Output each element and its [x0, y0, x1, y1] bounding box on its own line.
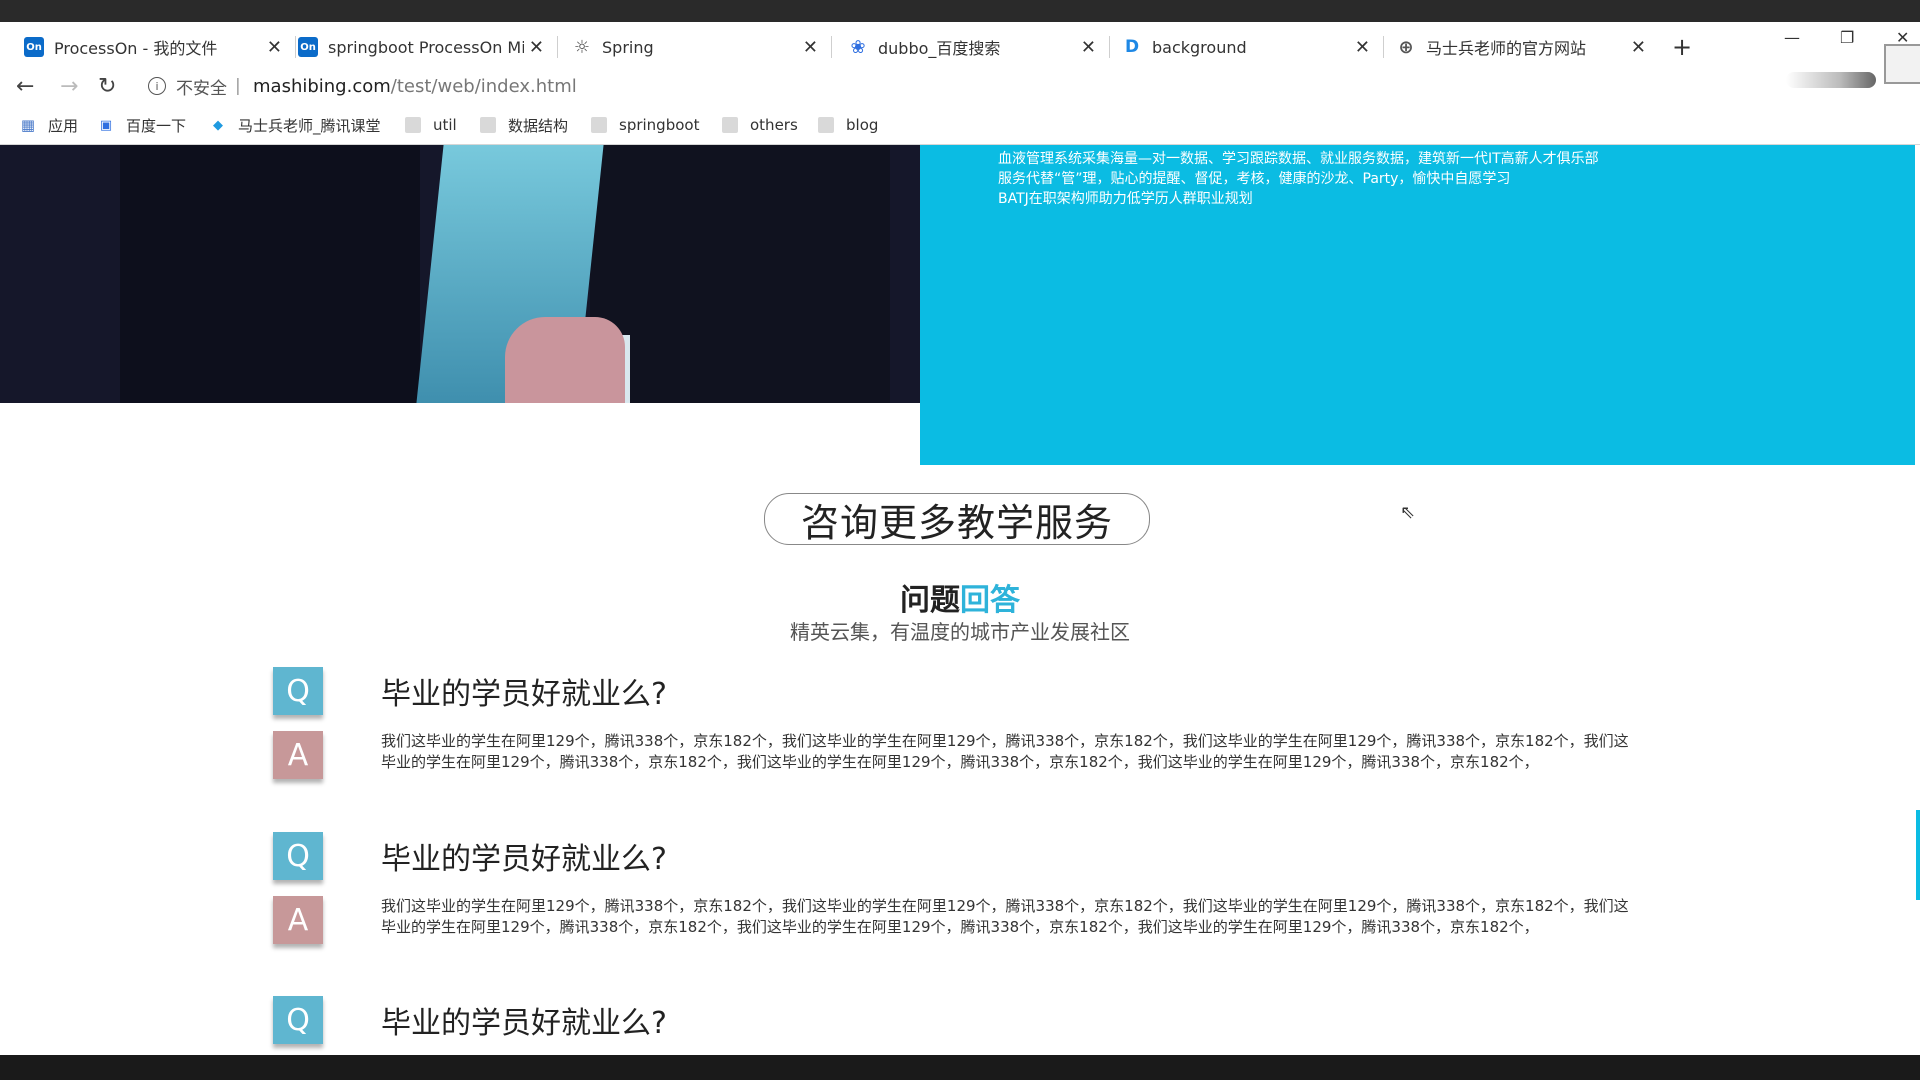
info-icon: i: [148, 77, 166, 95]
promo-line: 血液管理系统采集海量—对一数据、学习跟踪数据、就业服务数据，建筑新一代IT高薪人…: [998, 151, 1599, 167]
back-arrow-icon[interactable]: ←: [16, 62, 34, 110]
bookmark-label: util: [433, 116, 457, 134]
bookmark-label: others: [750, 116, 798, 134]
answer-text: 我们这毕业的学生在阿里129个，腾讯338个，京东182个，我们这毕业的学生在阿…: [381, 897, 1629, 936]
tab-title: dubbo_百度搜索: [878, 39, 1001, 58]
baidu-icon: ▣: [99, 117, 113, 133]
apps-grid-icon: ▦: [20, 116, 36, 134]
folder-icon: [405, 117, 421, 133]
processon-icon: On: [24, 37, 44, 57]
consult-more-button[interactable]: 咨询更多教学服务: [764, 493, 1150, 545]
question-badge: Q: [273, 996, 323, 1044]
restore-icon[interactable]: ❐: [1840, 22, 1854, 52]
tab-title: springboot ProcessOn Mi: [328, 37, 524, 57]
tab-separator: [295, 36, 296, 58]
bookmark-baidu[interactable]: ▣ 百度一下: [98, 106, 186, 144]
bookmark-apps[interactable]: ▦ 应用: [20, 106, 78, 144]
bookmark-util[interactable]: util: [405, 106, 457, 144]
question-badge: Q: [273, 667, 323, 715]
hand-shape: [505, 317, 625, 403]
url-path: /test/web/index.html: [390, 75, 577, 97]
folder-icon: [480, 117, 496, 133]
address-bar: ← → ↻ i 不安全 | mashibing.com/test/web/ind…: [0, 62, 1920, 110]
baidu-paw-icon: ❀: [850, 36, 866, 58]
bookmark-label: 马士兵老师_腾讯课堂: [238, 116, 381, 135]
question-text: 毕业的学员好就业么?: [381, 1006, 667, 1041]
answer-badge: A: [273, 731, 323, 779]
minimize-icon[interactable]: —: [1784, 22, 1800, 52]
taskbar-strip: [0, 1055, 1920, 1080]
answer-text: 我们这毕业的学生在阿里129个，腾讯338个，京东182个，我们这毕业的学生在阿…: [381, 732, 1629, 771]
close-icon[interactable]: ✕: [1081, 37, 1096, 58]
bookmark-label: 百度一下: [126, 116, 187, 135]
close-icon[interactable]: ✕: [529, 37, 544, 58]
promo-line: BATJ在职架构师助力低学历人群职业规划: [998, 191, 1253, 207]
d-icon: D: [1124, 37, 1140, 57]
tab-separator: [831, 36, 832, 58]
folder-icon: [818, 117, 834, 133]
bookmark-label: blog: [846, 116, 879, 134]
bookmark-label: springboot: [619, 116, 700, 134]
address-divider: |: [235, 76, 241, 96]
section-subtitle: 精英云集，有温度的城市产业发展社区: [790, 620, 1130, 644]
close-icon[interactable]: ✕: [803, 37, 818, 58]
bookmarks-bar: ▦ 应用 ▣ 百度一下 ◆ 马士兵老师_腾讯课堂 util 数据结构 springbo…: [0, 106, 1920, 145]
section-title-main: 问题: [900, 583, 960, 618]
window-top-band: [0, 0, 1920, 22]
suit-shape: [590, 145, 890, 403]
bookmark-label: 数据结构: [508, 116, 569, 135]
folder-icon: [591, 117, 607, 133]
forward-arrow-icon[interactable]: →: [60, 62, 78, 110]
bookmark-springboot[interactable]: springboot: [591, 106, 699, 144]
close-icon[interactable]: ✕: [1631, 37, 1646, 58]
security-label: 不安全: [176, 78, 227, 99]
tab-title: ProcessOn - 我的文件: [54, 39, 218, 58]
tencent-classroom-icon: ◆: [213, 117, 223, 133]
section-title-accent: 回答: [960, 583, 1020, 618]
tab-title: Spring: [602, 37, 654, 57]
answer-badge: A: [273, 896, 323, 944]
bookmark-label: 应用: [48, 116, 79, 135]
hero-photo: [0, 145, 920, 403]
bookmark-data-structures[interactable]: 数据结构: [480, 106, 568, 144]
bookmark-others[interactable]: others: [722, 106, 798, 144]
scroll-indicator[interactable]: [1916, 810, 1920, 900]
spring-icon: ☼: [573, 36, 591, 58]
question-text: 毕业的学员好就业么?: [381, 842, 667, 877]
web-page: 血液管理系统采集海量—对一数据、学习跟踪数据、就业服务数据，建筑新一代IT高薪人…: [0, 145, 1920, 1055]
section-title: 问题回答: [0, 575, 1920, 619]
suit-shape: [120, 145, 420, 403]
extension-icon[interactable]: [1884, 44, 1920, 84]
profile-pill[interactable]: [1786, 72, 1876, 88]
tab-separator: [1383, 36, 1384, 58]
bookmark-blog[interactable]: blog: [818, 106, 878, 144]
tab-separator: [557, 36, 558, 58]
tab-separator: [1109, 36, 1110, 58]
close-icon[interactable]: ✕: [267, 37, 282, 58]
promo-panel: 血液管理系统采集海量—对一数据、学习跟踪数据、就业服务数据，建筑新一代IT高薪人…: [920, 145, 1915, 465]
processon-icon: On: [298, 37, 318, 57]
mouse-cursor-icon: ⇖: [1400, 502, 1416, 523]
close-icon[interactable]: ✕: [1355, 37, 1370, 58]
url-field[interactable]: mashibing.com/test/web/index.html: [253, 62, 577, 110]
tab-title: background: [1152, 37, 1247, 57]
question-badge: Q: [273, 832, 323, 880]
tab-title: 马士兵老师的官方网站: [1426, 39, 1587, 58]
question-text: 毕业的学员好就业么?: [381, 677, 667, 712]
reload-icon[interactable]: ↻: [98, 62, 116, 110]
bookmark-tencent-classroom[interactable]: ◆ 马士兵老师_腾讯课堂: [210, 106, 381, 144]
folder-icon: [722, 117, 738, 133]
promo-line: 服务代替“管”理，贴心的提醒、督促，考核，健康的沙龙、Party，愉快中自愿学习: [998, 171, 1511, 187]
url-host: mashibing.com: [253, 75, 391, 97]
globe-icon: ⊕: [1398, 36, 1414, 58]
security-indicator[interactable]: i 不安全 |: [148, 62, 251, 110]
